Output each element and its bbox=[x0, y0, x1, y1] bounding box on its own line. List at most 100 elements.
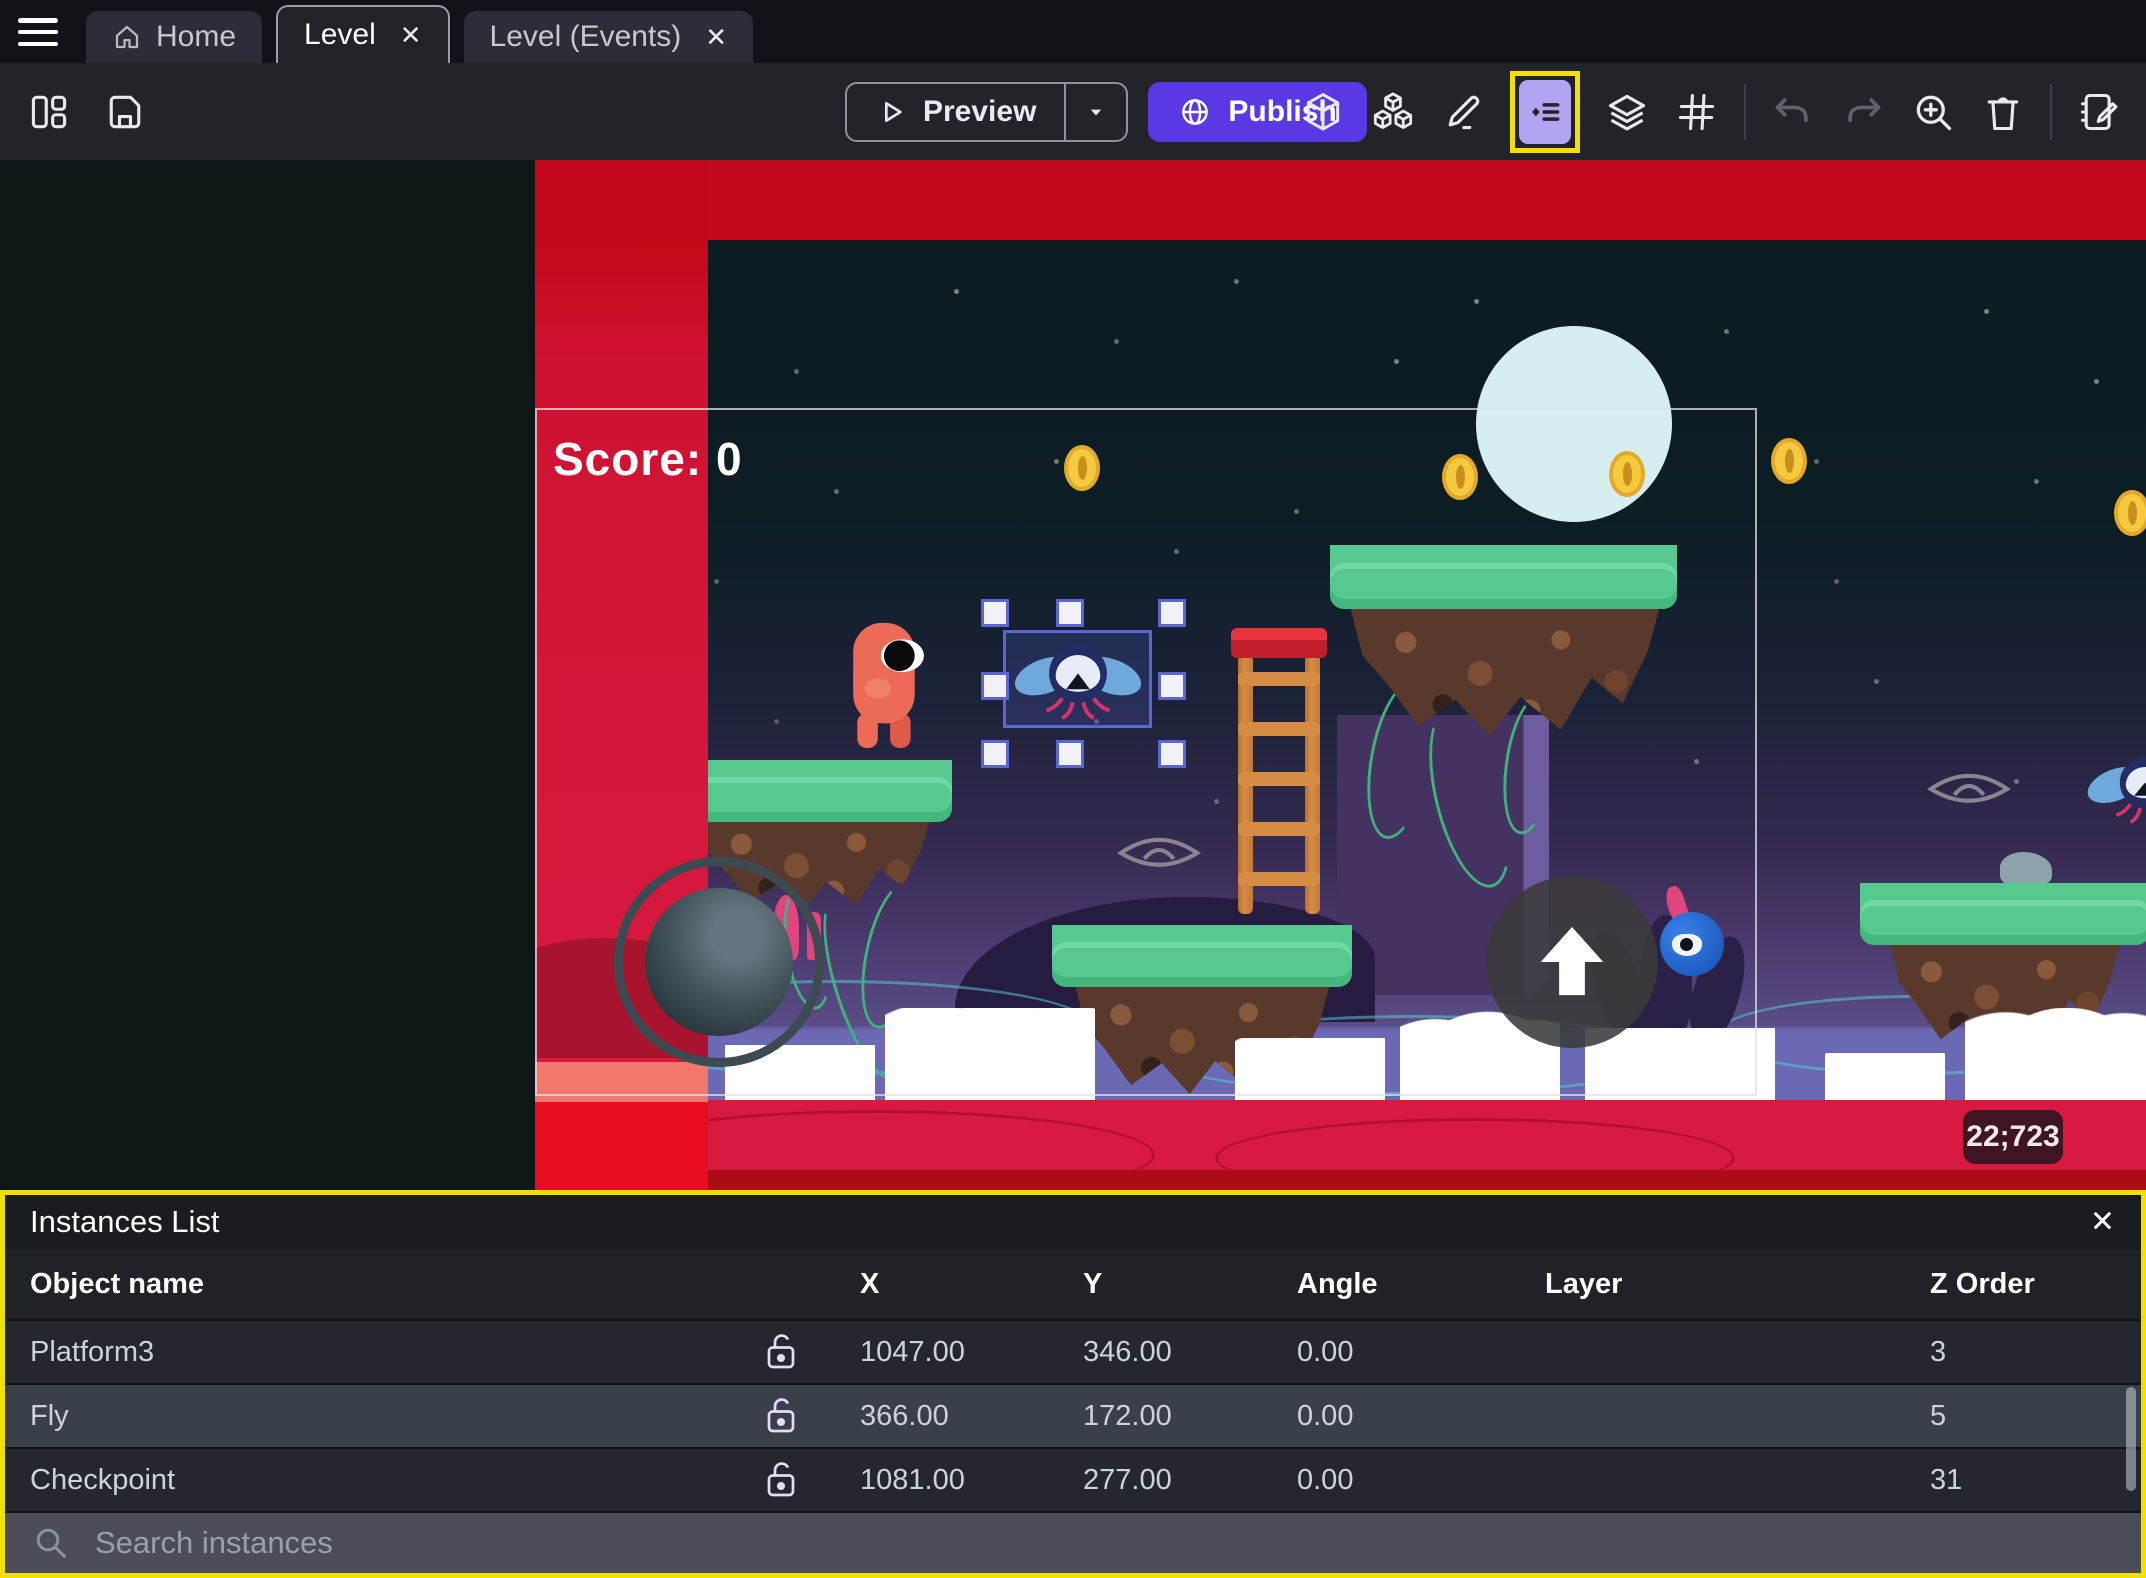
instances-list-icon-highlight bbox=[1510, 70, 1580, 153]
instance-name: Fly bbox=[30, 1399, 69, 1432]
instances-list-icon[interactable] bbox=[1519, 79, 1571, 144]
fly-enemy-selected[interactable] bbox=[1012, 634, 1144, 726]
search-input[interactable] bbox=[95, 1525, 2141, 1561]
close-icon[interactable]: ✕ bbox=[400, 22, 422, 48]
unlock-icon[interactable] bbox=[763, 1459, 799, 1501]
preview-button[interactable]: Preview bbox=[845, 81, 1129, 142]
scene-editor: Score: 0 22;723 bbox=[0, 160, 2146, 1190]
instances-panel-header: Instances List ✕ bbox=[5, 1195, 2141, 1249]
close-icon[interactable]: ✕ bbox=[2090, 1205, 2115, 1240]
close-icon[interactable]: ✕ bbox=[705, 24, 727, 50]
selection-handle[interactable] bbox=[981, 599, 1009, 627]
cloud bbox=[1965, 1008, 2146, 1103]
column-y: Y bbox=[1083, 1267, 1103, 1300]
menu-icon[interactable] bbox=[18, 18, 62, 46]
tab-level-events[interactable]: Level (Events) ✕ bbox=[463, 11, 754, 63]
search-bar bbox=[5, 1511, 2141, 1573]
selection-handle[interactable] bbox=[981, 740, 1009, 768]
zoom-in-icon[interactable] bbox=[1910, 89, 1956, 135]
selection-handle[interactable] bbox=[1158, 740, 1186, 768]
joystick-knob[interactable] bbox=[645, 888, 793, 1036]
column-angle: Angle bbox=[1297, 1267, 1378, 1300]
search-icon bbox=[36, 1528, 66, 1558]
instance-angle[interactable]: 0.00 bbox=[1297, 1385, 1353, 1447]
instance-angle[interactable]: 0.00 bbox=[1297, 1449, 1353, 1511]
globe-icon bbox=[1182, 98, 1209, 125]
column-z-order: Z Order bbox=[1930, 1267, 2035, 1300]
instance-x[interactable]: 1081.00 bbox=[860, 1449, 965, 1511]
coin[interactable] bbox=[2114, 490, 2146, 536]
toolbar-divider bbox=[1744, 83, 1746, 140]
panel-title: Instances List bbox=[30, 1204, 220, 1239]
instance-name: Platform3 bbox=[30, 1335, 155, 1368]
red-top-band bbox=[535, 160, 2146, 240]
home-icon bbox=[115, 25, 139, 49]
chevron-down-icon bbox=[1091, 109, 1102, 115]
preview-label: Preview bbox=[923, 94, 1037, 128]
jump-button[interactable] bbox=[1486, 876, 1658, 1048]
objects-stack-icon[interactable] bbox=[1370, 89, 1416, 135]
toolbar-divider bbox=[2050, 83, 2052, 140]
edit-pencil-icon[interactable] bbox=[1440, 89, 1486, 135]
undo-icon[interactable] bbox=[1770, 89, 1816, 135]
coordinates-badge: 22;723 bbox=[1963, 1110, 2063, 1164]
score-text: Score: 0 bbox=[553, 433, 743, 485]
selection-handle[interactable] bbox=[1056, 599, 1084, 627]
instance-name: Checkpoint bbox=[30, 1463, 176, 1496]
toolbar-right bbox=[1300, 63, 2122, 160]
app-window: Home Level ✕ Level (Events) ✕ Preview Pu… bbox=[0, 0, 2146, 1578]
selection-handle[interactable] bbox=[1158, 599, 1186, 627]
toolbar-center: Preview Publish bbox=[845, 63, 1367, 160]
red-bottom-band bbox=[535, 1100, 2146, 1170]
unlock-icon[interactable] bbox=[763, 1395, 799, 1437]
instance-z-order[interactable]: 31 bbox=[1930, 1449, 1962, 1511]
selection-handle[interactable] bbox=[981, 672, 1009, 700]
instance-z-order[interactable]: 3 bbox=[1930, 1321, 1946, 1383]
layers-icon[interactable] bbox=[1604, 89, 1650, 135]
editor-background bbox=[0, 160, 535, 1190]
instance-x[interactable]: 366.00 bbox=[860, 1385, 949, 1447]
column-layer: Layer bbox=[1545, 1267, 1623, 1300]
dark-red-band bbox=[535, 1170, 2146, 1190]
tab-level[interactable]: Level ✕ bbox=[276, 5, 450, 63]
fly-enemy[interactable] bbox=[2085, 746, 2146, 836]
tab-bar: Home Level ✕ Level (Events) ✕ bbox=[0, 0, 2146, 63]
tab-label: Level bbox=[304, 18, 376, 51]
grid-icon[interactable] bbox=[1674, 89, 1720, 135]
instance-y[interactable]: 346.00 bbox=[1083, 1321, 1172, 1383]
layout-panels-icon[interactable] bbox=[26, 89, 72, 135]
save-icon[interactable] bbox=[102, 89, 148, 135]
table-row[interactable]: Fly 366.00 172.00 0.00 5 bbox=[5, 1383, 2141, 1447]
selection-handle[interactable] bbox=[1158, 672, 1186, 700]
scrollbar[interactable] bbox=[2126, 1387, 2136, 1491]
up-arrow-icon bbox=[1540, 927, 1604, 996]
table-row[interactable]: Checkpoint 1081.00 277.00 0.00 31 bbox=[5, 1447, 2141, 1511]
cloud bbox=[1825, 1053, 1945, 1103]
instance-y[interactable]: 172.00 bbox=[1083, 1385, 1172, 1447]
selection-handle[interactable] bbox=[1056, 740, 1084, 768]
instance-angle[interactable]: 0.00 bbox=[1297, 1321, 1353, 1383]
column-object-name: Object name bbox=[30, 1267, 205, 1300]
instance-y[interactable]: 277.00 bbox=[1083, 1449, 1172, 1511]
trash-icon[interactable] bbox=[1980, 89, 2026, 135]
instance-z-order[interactable]: 5 bbox=[1930, 1385, 1946, 1447]
toolbar: Preview Publish bbox=[0, 63, 2146, 160]
toolbar-left bbox=[26, 63, 148, 160]
scene-canvas[interactable]: Score: 0 22;723 bbox=[535, 160, 2146, 1190]
coin[interactable] bbox=[1771, 438, 1807, 484]
tab-label: Home bbox=[156, 20, 237, 53]
table-row[interactable]: Platform3 1047.00 346.00 0.00 3 bbox=[5, 1319, 2141, 1383]
column-x: X bbox=[860, 1267, 880, 1300]
table-header: Object name X Y Angle Layer Z Order bbox=[5, 1249, 2141, 1319]
instance-x[interactable]: 1047.00 bbox=[860, 1321, 965, 1383]
tab-home[interactable]: Home bbox=[86, 11, 263, 63]
unlock-icon[interactable] bbox=[763, 1331, 799, 1373]
tab-label: Level (Events) bbox=[489, 20, 682, 53]
rock bbox=[2000, 852, 2052, 886]
scene-properties-icon[interactable] bbox=[2076, 89, 2122, 135]
cube-icon[interactable] bbox=[1300, 89, 1346, 135]
preview-dropdown-button[interactable] bbox=[1066, 84, 1126, 140]
play-icon bbox=[885, 101, 902, 122]
redo-icon[interactable] bbox=[1840, 89, 1886, 135]
platform[interactable] bbox=[1860, 900, 2146, 945]
